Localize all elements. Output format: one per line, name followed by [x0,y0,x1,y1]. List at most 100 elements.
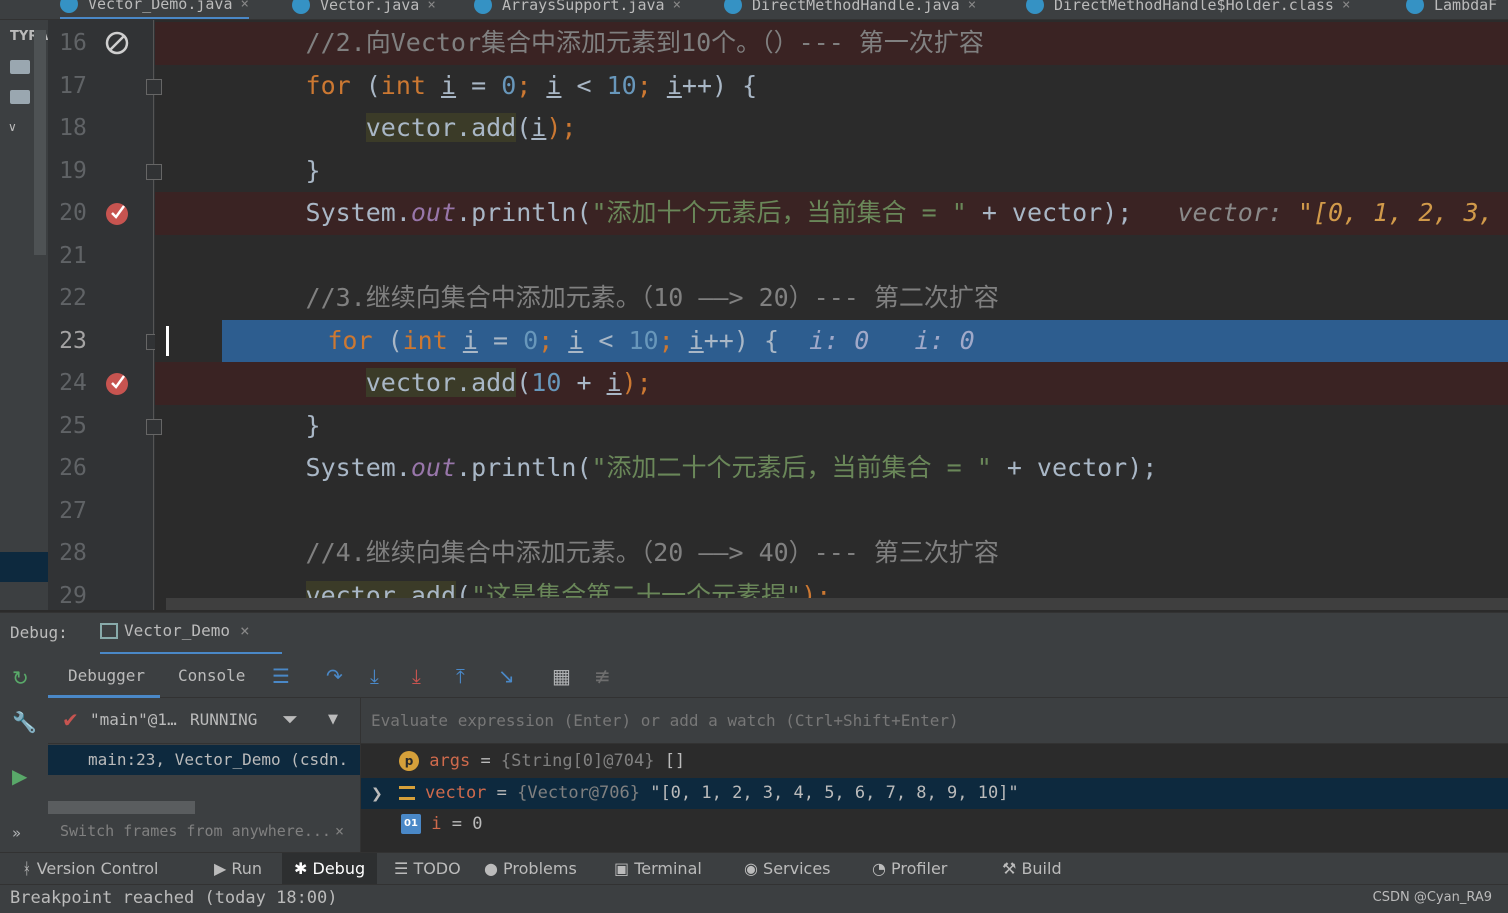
variable-row-i[interactable]: 01 i = 0 [361,809,1508,840]
line-number: 18 [59,115,87,141]
close-icon[interactable]: × [968,0,976,13]
code-line-25[interactable]: 25 } [0,405,1508,448]
line-number: 28 [59,540,87,566]
tab-lambda-form[interactable]: LambdaF [1406,0,1497,19]
chevron-right-icon[interactable]: ❯ [371,779,399,810]
watermark: CSDN @Cyan_RA9 [1372,890,1492,905]
close-icon[interactable]: × [673,0,681,13]
resume-icon[interactable]: ▶ [12,764,27,788]
disabled-breakpoint-icon[interactable] [104,30,130,56]
tab-debugger[interactable]: Debugger [68,666,145,685]
thread-selector[interactable]: ✔ "main"@1… RUNNING ⏷ ▼ [48,698,360,744]
line-number: 22 [59,285,87,311]
code-line-21[interactable]: 21 [0,235,1508,278]
line-number: 23 [59,327,87,354]
frames-scrollbar[interactable] [48,801,195,814]
evaluate-expression-input[interactable]: Evaluate expression (Enter) or add a wat… [361,698,1508,744]
switch-frames-hint: Switch frames from anywhere... × [60,822,344,840]
class-icon [60,0,78,13]
code-line-24[interactable]: 24 vector.add(10 + i); [0,362,1508,405]
code-line-23-current[interactable]: 23 for (int i = 0; i < 10; i++) { i: 0 i… [0,319,1508,362]
tool-profiler[interactable]: ◔ Profiler [872,853,947,885]
tab-arrays-support[interactable]: ArraysSupport.java × [474,0,681,19]
wrench-icon[interactable]: 🔧 [12,710,37,734]
more-icon[interactable]: » [12,824,21,842]
editor-tab-bar: Vector_Demo.java × Vector.java × ArraysSup… [0,0,1508,20]
tool-build[interactable]: ⚒ Build [1002,853,1062,885]
editor-horizontal-scrollbar[interactable] [166,598,1508,610]
info-icon: ● [484,859,504,878]
tool-terminal[interactable]: ▣ Terminal [614,853,702,885]
tab-direct-method-handle[interactable]: DirectMethodHandle.java × [724,0,976,19]
chevron-down-icon[interactable]: ▼ [328,712,338,727]
close-icon[interactable]: × [241,0,249,12]
close-icon[interactable]: × [427,0,435,13]
status-message: Breakpoint reached (today 18:00) [10,888,338,908]
class-icon [474,0,492,14]
code-line-22[interactable]: 22 //3.继续向集合中添加元素。（10 ——> 20）--- 第二次扩容 [0,277,1508,320]
tool-window-bar: ᚼ Version Control ▶ Run ✱ Debug ☰ TODO ●… [0,852,1508,885]
line-number: 17 [59,72,87,99]
class-icon [1406,0,1424,14]
tool-problems[interactable]: ● Problems [484,853,577,885]
layout-icon[interactable]: ☰ [272,664,290,688]
line-number: 21 [59,242,87,269]
terminal-icon: ▣ [614,859,635,878]
profiler-icon: ◔ [872,859,892,878]
line-number: 24 [59,370,87,396]
debug-session-tab[interactable]: Vector_Demo × [100,621,282,655]
code-line-27[interactable]: 27 [0,490,1508,533]
bug-icon: ✱ [294,859,313,878]
code-line-28[interactable]: 28 //4.继续向集合中添加元素。（20 ——> 40）--- 第三次扩容 [0,532,1508,575]
step-over-icon[interactable]: ↷ [326,664,343,688]
force-step-into-icon[interactable]: ⤓ [412,664,421,688]
close-icon[interactable]: × [240,621,250,640]
tab-console[interactable]: Console [178,666,245,685]
debug-label: Debug: [10,623,68,642]
primitive-icon: 01 [401,814,421,834]
code-line-20[interactable]: 20 System.out.println("添加十个元素后，当前集合 = " … [0,192,1508,235]
debug-side-toolbar: ↻ 🔧 ▶ » [0,654,48,852]
tool-version-control[interactable]: ᚼ Version Control [22,853,158,885]
step-into-icon[interactable]: ⤓ [370,664,379,688]
debugger-toolbar: Debugger Console ☰ ↷ ⤓ ⤓ ⤒ ↘ ▦ ≢ [48,654,1508,698]
frames-panel: ✔ "main"@1… RUNNING ⏷ ▼ main:23, Vector_… [48,698,360,852]
rerun-icon[interactable]: ↻ [12,666,29,690]
tool-run[interactable]: ▶ Run [214,853,262,885]
code-line-16[interactable]: 16 //2.向Vector集合中添加元素到10个。（）--- 第一次扩容 [0,22,1508,65]
services-icon: ◉ [744,859,764,878]
close-icon[interactable]: × [1342,0,1350,13]
tab-vector-demo[interactable]: Vector_Demo.java × [60,0,249,19]
filter-icon[interactable]: ⏷ [282,707,298,731]
debug-header: Debug: Vector_Demo × [0,612,1508,655]
run-icon: ▶ [214,859,232,878]
field-icon [399,786,415,800]
tab-vector[interactable]: Vector.java × [292,0,436,19]
code-line-19[interactable]: 19 } [0,150,1508,193]
evaluate-icon[interactable]: ▦ [552,664,571,688]
breakpoint-icon[interactable] [104,200,130,226]
tab-direct-method-handle-holder[interactable]: DirectMethodHandle$Holder.class × [1026,0,1350,19]
code-line-26[interactable]: 26 System.out.println("添加二十个元素后，当前集合 = "… [0,447,1508,490]
breakpoint-icon[interactable] [104,370,130,396]
line-number: 26 [59,455,87,481]
tool-todo[interactable]: ☰ TODO [394,853,461,885]
code-line-18[interactable]: 18 vector.add(i); [0,107,1508,150]
trace-icon[interactable]: ≢ [594,664,611,688]
line-number: 25 [59,412,87,439]
line-number: 29 [59,582,87,609]
frame-item[interactable]: main:23, Vector_Demo (csdn. [48,745,360,775]
status-bar: Breakpoint reached (today 18:00) CSDN @C… [0,884,1508,913]
vcs-icon: ᚼ [22,859,37,878]
variable-row-args[interactable]: p args = {String[0]@704} [] [361,746,1508,777]
run-to-cursor-icon[interactable]: ↘ [498,664,515,688]
close-icon[interactable]: × [335,822,344,840]
tool-debug[interactable]: ✱ Debug [282,853,378,885]
step-out-icon[interactable]: ⤒ [456,664,465,688]
parameter-icon: p [399,751,419,771]
line-number: 19 [59,157,87,184]
tool-services[interactable]: ◉ Services [744,853,831,885]
variable-row-vector[interactable]: ❯ vector = {Vector@706} "[0, 1, 2, 3, 4, … [361,778,1508,809]
code-line-17[interactable]: 17 for (int i = 0; i < 10; i++) { [0,65,1508,108]
line-number: 16 [59,30,87,56]
